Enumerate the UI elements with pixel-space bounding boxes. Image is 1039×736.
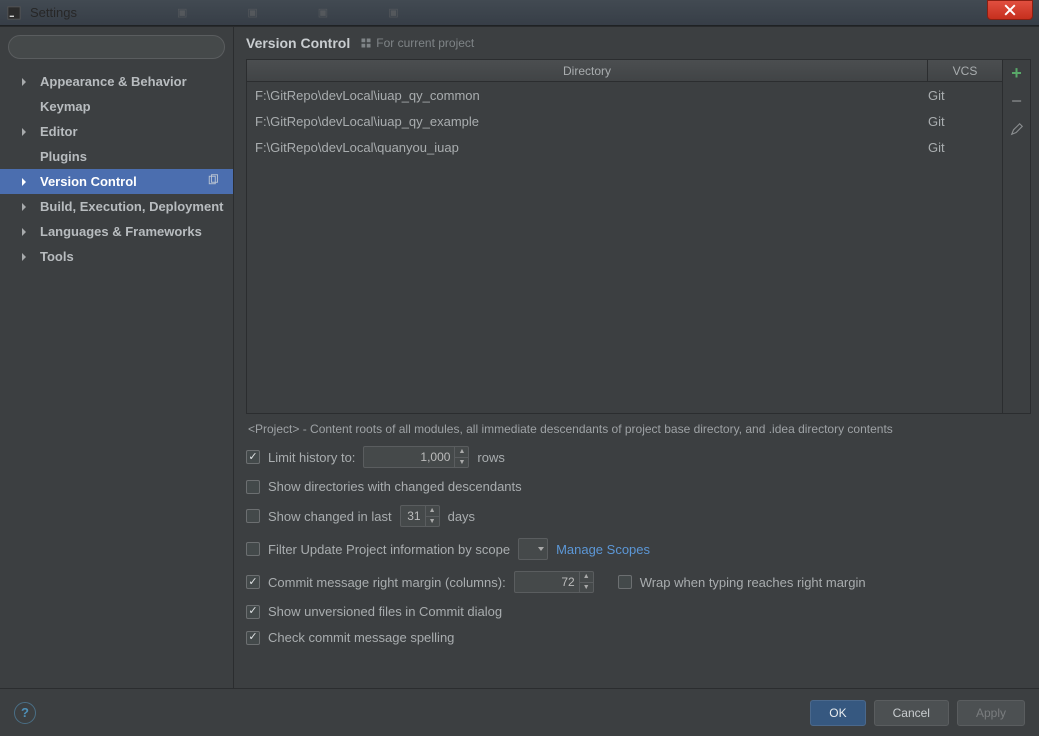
ok-button[interactable]: OK [810, 700, 865, 726]
sidebar-item-label: Appearance & Behavior [40, 74, 187, 89]
spin-up-icon[interactable]: ▲ [580, 572, 593, 583]
show-dirs-checkbox[interactable] [246, 480, 260, 494]
footer: ? OK Cancel Apply [0, 688, 1039, 736]
show-dirs-label: Show directories with changed descendant… [268, 479, 522, 494]
table-row[interactable]: F:\GitRepo\devLocal\iuap_qy_commonGit [247, 82, 1002, 108]
spin-up-icon[interactable]: ▲ [455, 447, 468, 458]
commit-margin-input[interactable]: ▲▼ [514, 571, 594, 593]
cell-directory: F:\GitRepo\devLocal\iuap_qy_example [247, 114, 928, 129]
titlebar: Settings ▣▣▣▣ [0, 0, 1039, 26]
chevron-right-icon [22, 203, 26, 211]
sidebar-item-label: Editor [40, 124, 78, 139]
window-close-button[interactable] [987, 0, 1033, 20]
window-title: Settings [30, 5, 77, 20]
chevron-right-icon [22, 228, 26, 236]
sidebar: Appearance & Behavior Keymap Editor Plugins… [0, 27, 234, 688]
table-row[interactable]: F:\GitRepo\devLocal\quanyou_iuapGit [247, 134, 1002, 160]
cell-directory: F:\GitRepo\devLocal\iuap_qy_common [247, 88, 928, 103]
sidebar-item-label: Version Control [40, 174, 137, 189]
scope-dropdown[interactable] [518, 538, 548, 560]
wrap-checkbox[interactable] [618, 575, 632, 589]
sidebar-item-label: Keymap [40, 99, 91, 114]
add-button[interactable]: + [1008, 64, 1026, 82]
spin-down-icon[interactable]: ▼ [455, 458, 468, 468]
help-button[interactable]: ? [14, 702, 36, 724]
table-row[interactable]: F:\GitRepo\devLocal\iuap_qy_exampleGit [247, 108, 1002, 134]
search-input[interactable] [8, 35, 225, 59]
filter-scope-checkbox[interactable] [246, 542, 260, 556]
project-icon [360, 37, 372, 49]
check-spelling-checkbox[interactable] [246, 631, 260, 645]
wrap-label: Wrap when typing reaches right margin [640, 575, 866, 590]
sidebar-item-keymap[interactable]: Keymap [0, 94, 233, 119]
filter-scope-label: Filter Update Project information by sco… [268, 542, 510, 557]
chevron-right-icon [22, 78, 26, 86]
show-changed-checkbox[interactable] [246, 509, 260, 523]
sidebar-item-label: Plugins [40, 149, 87, 164]
chevron-right-icon [22, 253, 26, 261]
cell-vcs: Git [928, 88, 1002, 103]
filter-scope-row: Filter Update Project information by sco… [246, 538, 1029, 560]
sidebar-item-tools[interactable]: Tools [0, 244, 233, 269]
show-unversioned-label: Show unversioned files in Commit dialog [268, 604, 502, 619]
edit-button[interactable] [1008, 120, 1026, 138]
page-subtitle: For current project [360, 36, 474, 50]
vcs-table: Directory VCS F:\GitRepo\devLocal\iuap_q… [246, 59, 1031, 414]
show-changed-row: Show changed in last ▲▼ days [246, 505, 1029, 527]
remove-button[interactable]: − [1008, 92, 1026, 110]
chevron-right-icon [22, 178, 26, 186]
spin-down-icon[interactable]: ▼ [426, 517, 439, 527]
page-subtitle-text: For current project [376, 36, 474, 50]
chevron-down-icon [538, 547, 544, 551]
sidebar-item-build-execution-deployment[interactable]: Build, Execution, Deployment [0, 194, 233, 219]
settings-tree: Appearance & Behavior Keymap Editor Plugins… [0, 69, 233, 269]
chevron-right-icon [22, 128, 26, 136]
show-unversioned-checkbox[interactable] [246, 605, 260, 619]
project-hint: <Project> - Content roots of all modules… [246, 414, 1039, 446]
apply-button[interactable]: Apply [957, 700, 1025, 726]
col-vcs[interactable]: VCS [928, 60, 1002, 81]
cell-vcs: Git [928, 140, 1002, 155]
sidebar-item-languages-frameworks[interactable]: Languages & Frameworks [0, 219, 233, 244]
commit-margin-row: Commit message right margin (columns): ▲… [246, 571, 1029, 593]
main-panel: Version Control For current project Dire… [234, 27, 1039, 688]
limit-history-unit: rows [477, 450, 504, 465]
limit-history-input[interactable]: ▲▼ [363, 446, 469, 468]
limit-history-label: Limit history to: [268, 450, 355, 465]
show-dirs-row: Show directories with changed descendant… [246, 479, 1029, 494]
page-title: Version Control [246, 35, 350, 51]
sidebar-item-label: Tools [40, 249, 74, 264]
table-toolbar: + − [1002, 60, 1030, 413]
show-changed-label-a: Show changed in last [268, 509, 392, 524]
commit-margin-label: Commit message right margin (columns): [268, 575, 506, 590]
background-tabs: ▣▣▣▣ [177, 6, 399, 19]
app-icon [6, 5, 22, 21]
show-changed-input[interactable]: ▲▼ [400, 505, 440, 527]
spin-up-icon[interactable]: ▲ [426, 506, 439, 517]
show-changed-label-b: days [448, 509, 475, 524]
sidebar-item-version-control[interactable]: Version Control [0, 169, 233, 194]
spin-down-icon[interactable]: ▼ [580, 583, 593, 593]
cell-vcs: Git [928, 114, 1002, 129]
sidebar-item-editor[interactable]: Editor [0, 119, 233, 144]
copy-icon[interactable] [207, 174, 219, 189]
sidebar-item-appearance-behavior[interactable]: Appearance & Behavior [0, 69, 233, 94]
table-body: F:\GitRepo\devLocal\iuap_qy_commonGitF:\… [247, 82, 1002, 413]
cancel-button[interactable]: Cancel [874, 700, 949, 726]
show-unversioned-row: Show unversioned files in Commit dialog [246, 604, 1029, 619]
manage-scopes-link[interactable]: Manage Scopes [556, 542, 650, 557]
commit-margin-checkbox[interactable] [246, 575, 260, 589]
limit-history-row: Limit history to: ▲▼ rows [246, 446, 1029, 468]
limit-history-checkbox[interactable] [246, 450, 260, 464]
table-header: Directory VCS [247, 60, 1002, 82]
col-directory[interactable]: Directory [247, 60, 928, 81]
check-spelling-row: Check commit message spelling [246, 630, 1029, 645]
sidebar-item-plugins[interactable]: Plugins [0, 144, 233, 169]
sidebar-item-label: Build, Execution, Deployment [40, 199, 223, 214]
check-spelling-label: Check commit message spelling [268, 630, 454, 645]
sidebar-item-label: Languages & Frameworks [40, 224, 202, 239]
cell-directory: F:\GitRepo\devLocal\quanyou_iuap [247, 140, 928, 155]
